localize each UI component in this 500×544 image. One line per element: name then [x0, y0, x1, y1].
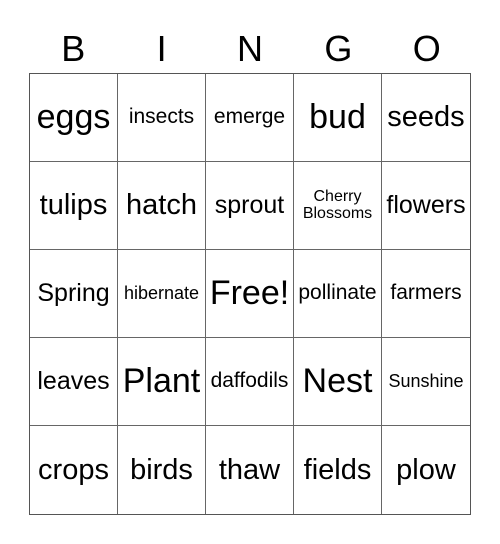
bingo-cell[interactable]: bud [294, 74, 382, 162]
bingo-cell[interactable]: emerge [206, 74, 294, 162]
bingo-cell[interactable]: insects [118, 74, 206, 162]
bingo-cell[interactable]: Cherry Blossoms [294, 162, 382, 250]
bingo-cell[interactable]: Free! [206, 250, 294, 338]
bingo-cell[interactable]: Spring [30, 250, 118, 338]
bingo-cell[interactable]: sprout [206, 162, 294, 250]
bingo-cell[interactable]: leaves [30, 338, 118, 426]
bingo-board: eggs insects emerge bud seeds tulips hatch spro… [29, 73, 471, 515]
bingo-cell[interactable]: tulips [30, 162, 118, 250]
bingo-header: B I N G O [29, 26, 471, 72]
bingo-cell[interactable]: birds [118, 426, 206, 514]
header-letter-n: N [236, 28, 263, 69]
bingo-cell[interactable]: Nest [294, 338, 382, 426]
bingo-cell[interactable]: eggs [30, 74, 118, 162]
bingo-cell[interactable]: thaw [206, 426, 294, 514]
bingo-cell[interactable]: fields [294, 426, 382, 514]
bingo-cell[interactable]: Plant [118, 338, 206, 426]
header-letter-g: G [324, 28, 353, 69]
bingo-cell[interactable]: daffodils [206, 338, 294, 426]
bingo-cell[interactable]: plow [382, 426, 470, 514]
bingo-cell[interactable]: Sunshine [382, 338, 470, 426]
bingo-cell[interactable]: flowers [382, 162, 470, 250]
bingo-cell[interactable]: crops [30, 426, 118, 514]
bingo-cell[interactable]: hibernate [118, 250, 206, 338]
header-letter-i: I [156, 28, 167, 69]
header-letter-b: B [61, 28, 86, 69]
bingo-cell[interactable]: seeds [382, 74, 470, 162]
header-letter-o: O [412, 28, 441, 69]
bingo-cell[interactable]: farmers [382, 250, 470, 338]
bingo-cell[interactable]: hatch [118, 162, 206, 250]
bingo-cell[interactable]: pollinate [294, 250, 382, 338]
